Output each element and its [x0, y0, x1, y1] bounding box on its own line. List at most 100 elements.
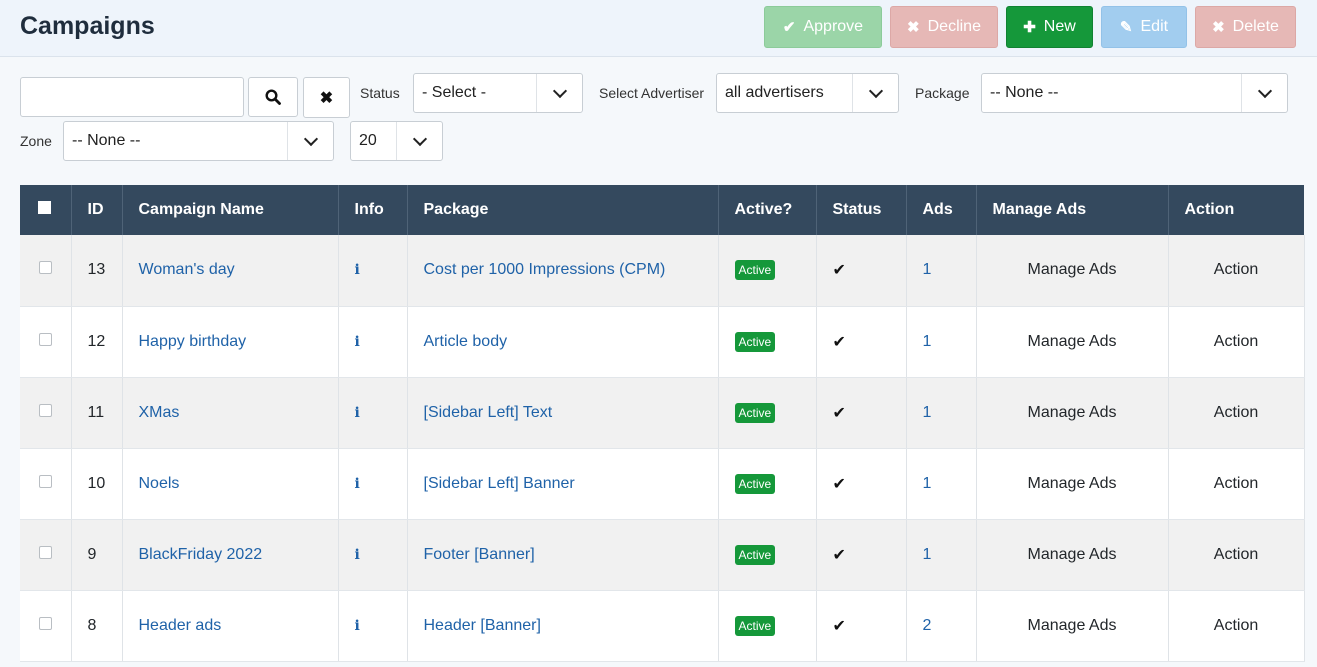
page-size-value: 20 [359, 132, 377, 149]
campaign-name-link[interactable]: Woman's day [122, 235, 339, 307]
checkmark-icon[interactable]: ✔ [833, 405, 846, 422]
manage-ads-link[interactable]: Manage Ads [976, 448, 1169, 520]
package-select-value: -- None -- [990, 84, 1059, 101]
table-row: 11 XMas i [Sidebar Left] Text Active ✔ 1… [20, 377, 1305, 449]
campaigns-table: ID Campaign Name Info Package Active? St… [20, 185, 1305, 662]
campaign-name-link[interactable]: Noels [122, 448, 339, 520]
package-link[interactable]: Cost per 1000 Impressions (CPM) [407, 235, 719, 307]
advertiser-select[interactable]: all advertisers [716, 73, 899, 113]
column-header-ads[interactable]: Ads [906, 185, 977, 235]
info-icon[interactable]: i [355, 476, 360, 492]
column-header-action: Action [1168, 185, 1304, 235]
check-icon: ✔ [782, 19, 796, 36]
action-menu[interactable]: Action [1168, 306, 1305, 378]
action-menu[interactable]: Action [1168, 377, 1305, 449]
status-select[interactable]: - Select - [413, 73, 583, 113]
package-link[interactable]: Footer [Banner] [407, 519, 719, 591]
info-icon[interactable]: i [355, 618, 360, 634]
delete-button[interactable]: ✖ Delete [1195, 6, 1296, 48]
manage-ads-link[interactable]: Manage Ads [976, 590, 1169, 662]
manage-ads-link[interactable]: Manage Ads [976, 306, 1169, 378]
manage-ads-link[interactable]: Manage Ads [976, 377, 1169, 449]
package-link[interactable]: [Sidebar Left] Text [407, 377, 719, 449]
checkmark-icon[interactable]: ✔ [833, 476, 846, 493]
column-header-active[interactable]: Active? [718, 185, 817, 235]
ads-count-link[interactable]: 1 [906, 235, 977, 307]
row-checkbox[interactable] [38, 545, 52, 559]
campaign-name-link[interactable]: Header ads [122, 590, 339, 662]
edit-icon: ✎ [1119, 19, 1133, 36]
x-icon: ✖ [1212, 19, 1225, 36]
manage-ads-link[interactable]: Manage Ads [976, 235, 1169, 307]
delete-label: Delete [1232, 18, 1279, 35]
id-cell: 13 [71, 235, 123, 307]
info-icon[interactable]: i [355, 547, 360, 563]
checkmark-icon[interactable]: ✔ [833, 618, 846, 635]
new-label: New [1043, 18, 1076, 35]
action-menu[interactable]: Action [1168, 235, 1305, 307]
row-checkbox[interactable] [38, 616, 52, 630]
column-header-package[interactable]: Package [407, 185, 719, 235]
column-header-manage-ads: Manage Ads [976, 185, 1169, 235]
row-checkbox[interactable] [38, 332, 52, 346]
select-all-checkbox[interactable] [38, 201, 52, 214]
package-link[interactable]: [Sidebar Left] Banner [407, 448, 719, 520]
table-row: 9 BlackFriday 2022 i Footer [Banner] Act… [20, 519, 1305, 591]
manage-ads-link[interactable]: Manage Ads [976, 519, 1169, 591]
row-select-cell[interactable] [20, 519, 72, 591]
search-input[interactable] [20, 77, 244, 117]
ads-count-link[interactable]: 1 [906, 519, 977, 591]
info-icon[interactable]: i [355, 405, 360, 421]
approve-button[interactable]: ✔ Approve [764, 6, 882, 48]
id-cell: 11 [71, 377, 123, 449]
row-checkbox[interactable] [38, 474, 52, 488]
action-menu[interactable]: Action [1168, 448, 1305, 520]
campaign-name-link[interactable]: XMas [122, 377, 339, 449]
new-button[interactable]: ✚ New [1006, 6, 1093, 48]
id-cell: 10 [71, 448, 123, 520]
select-all-header[interactable] [20, 185, 72, 235]
column-header-name[interactable]: Campaign Name [122, 185, 339, 235]
decline-label: Decline [927, 18, 981, 35]
action-menu[interactable]: Action [1168, 590, 1305, 662]
package-select[interactable]: -- None -- [981, 73, 1288, 113]
info-icon[interactable]: i [355, 262, 360, 278]
package-link[interactable]: Article body [407, 306, 719, 378]
campaign-name-link[interactable]: BlackFriday 2022 [122, 519, 339, 591]
row-checkbox[interactable] [38, 261, 52, 275]
x-icon: ✖ [907, 19, 920, 36]
row-select-cell[interactable] [20, 448, 72, 520]
advertiser-filter-label: Select Advertiser [599, 85, 705, 101]
table-row: 12 Happy birthday i Article body Active … [20, 306, 1305, 378]
id-cell: 9 [71, 519, 123, 591]
plus-icon: ✚ [1023, 19, 1036, 36]
search-button[interactable] [248, 77, 298, 117]
clear-search-button[interactable]: ✖ [303, 77, 350, 118]
row-select-cell[interactable] [20, 377, 72, 449]
column-header-status[interactable]: Status [816, 185, 907, 235]
row-checkbox[interactable] [38, 403, 52, 417]
zone-filter-label: Zone [20, 133, 52, 149]
checkmark-icon[interactable]: ✔ [833, 334, 846, 351]
checkmark-icon[interactable]: ✔ [833, 262, 846, 279]
campaign-name-link[interactable]: Happy birthday [122, 306, 339, 378]
column-header-id[interactable]: ID [71, 185, 123, 235]
ads-count-link[interactable]: 1 [906, 377, 977, 449]
package-link[interactable]: Header [Banner] [407, 590, 719, 662]
row-select-cell[interactable] [20, 590, 72, 662]
row-select-cell[interactable] [20, 306, 72, 378]
zone-select[interactable]: -- None -- [63, 121, 334, 161]
page-size-select[interactable]: 20 [350, 121, 443, 161]
top-toolbar: Campaigns ✔ Approve ✖ Decline ✚ New ✎ Edit ✖… [0, 0, 1317, 57]
edit-button[interactable]: ✎ Edit [1101, 6, 1187, 48]
ads-count-link[interactable]: 2 [906, 590, 977, 662]
page-title: Campaigns [20, 12, 155, 40]
decline-button[interactable]: ✖ Decline [890, 6, 998, 48]
action-menu[interactable]: Action [1168, 519, 1305, 591]
ads-count-link[interactable]: 1 [906, 448, 977, 520]
info-icon[interactable]: i [355, 334, 360, 350]
chevron-down-icon [536, 74, 582, 112]
ads-count-link[interactable]: 1 [906, 306, 977, 378]
row-select-cell[interactable] [20, 235, 72, 307]
checkmark-icon[interactable]: ✔ [833, 547, 846, 564]
